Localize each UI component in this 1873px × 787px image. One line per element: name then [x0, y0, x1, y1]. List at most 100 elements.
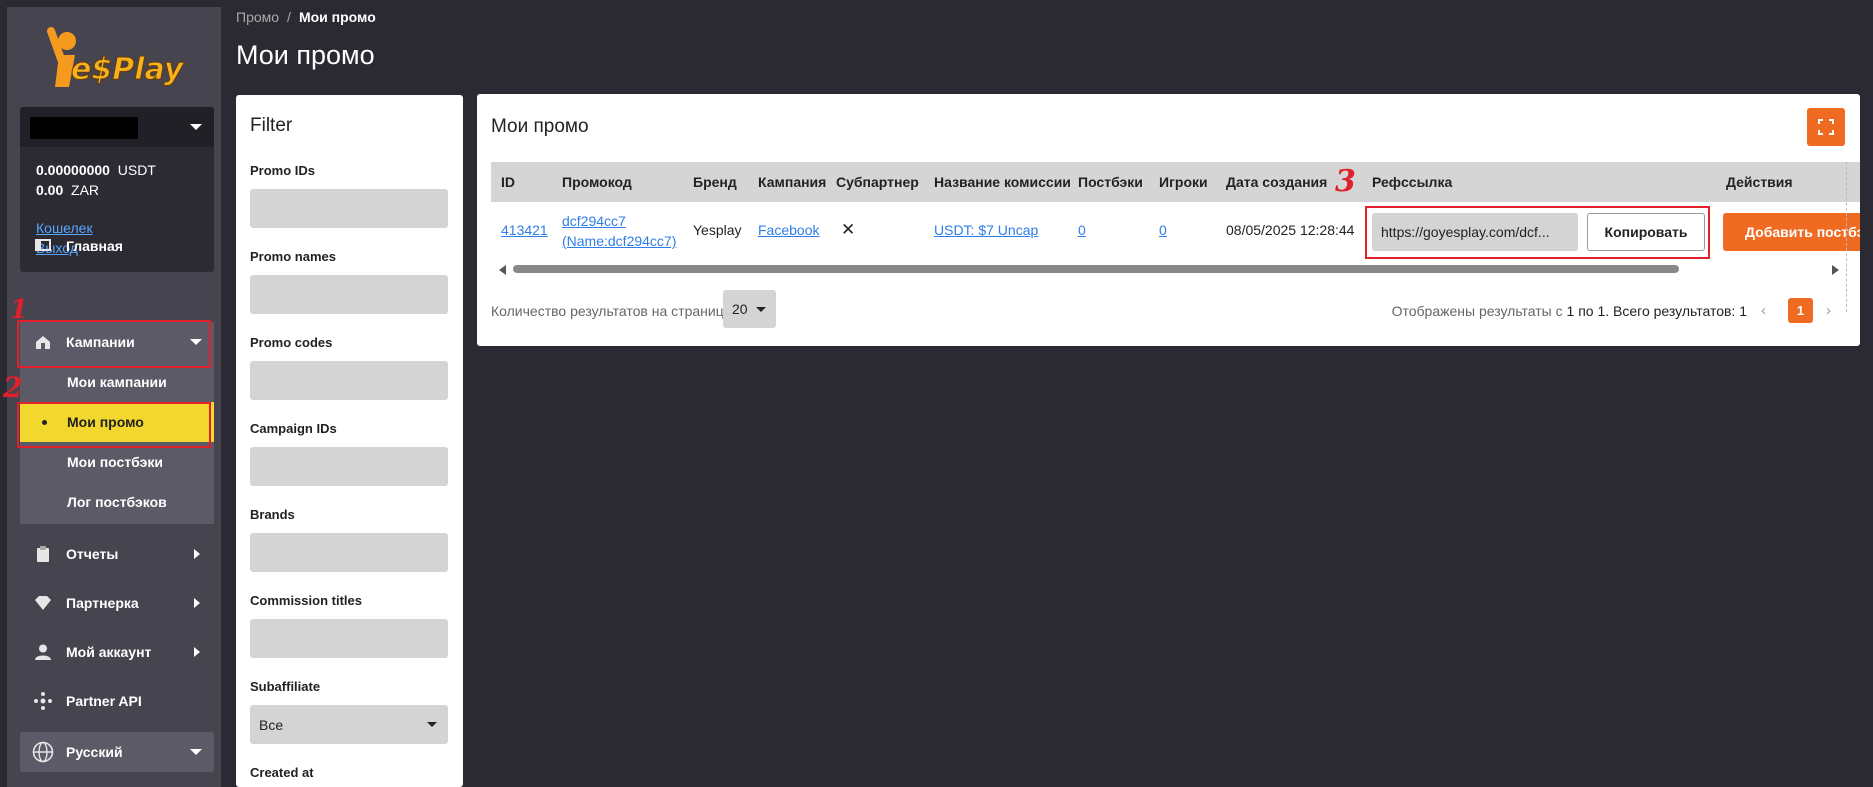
results-prefix: Отображены результаты с: [1391, 303, 1563, 319]
column-players[interactable]: Игроки: [1159, 174, 1208, 190]
promo-names-input[interactable]: [250, 275, 448, 314]
subaffiliate-label: Subaffiliate: [250, 679, 321, 694]
annotation-mark-1: 1: [10, 295, 29, 325]
column-campaign[interactable]: Кампания: [758, 174, 826, 190]
sidebar-item-reports[interactable]: Отчеты: [20, 534, 214, 574]
language-label: Русский: [66, 744, 123, 760]
breadcrumb: Промо / Мои промо: [236, 9, 376, 25]
row-brand: Yesplay: [693, 222, 742, 238]
sidebar-item-label: Отчеты: [66, 546, 119, 562]
account-selector[interactable]: [20, 107, 214, 147]
user-icon: [32, 641, 54, 663]
row-postbacks-link[interactable]: 0: [1078, 222, 1086, 238]
brands-input[interactable]: [250, 533, 448, 572]
monitor-icon: [32, 235, 54, 257]
diamond-icon: [32, 592, 54, 614]
row-players-link[interactable]: 0: [1159, 222, 1167, 238]
subaffiliate-select[interactable]: Все: [250, 705, 448, 744]
column-commission[interactable]: Название комиссии: [934, 174, 1071, 190]
promo-ids-input[interactable]: [250, 189, 448, 228]
annotation-box-my-promo: [17, 402, 211, 448]
fullscreen-icon: [1818, 119, 1834, 135]
horizontal-scrollbar-thumb[interactable]: [513, 265, 1679, 273]
sidebar-item-home[interactable]: Главная: [20, 226, 214, 266]
sidebar-item-label: Partner API: [66, 693, 142, 709]
chevron-right-icon: [194, 549, 200, 559]
subaffiliate-value: Все: [259, 716, 284, 733]
row-promocode-link[interactable]: dcf294cc7: [562, 213, 626, 229]
yesplay-logo[interactable]: e$Play: [47, 25, 187, 97]
results-range: 1 по 1. Всего результатов: 1: [1566, 303, 1747, 319]
sidebar-item-label: Партнерка: [66, 595, 139, 611]
sidebar-item-my-campaigns[interactable]: Мои кампании: [20, 362, 214, 402]
row-commission-link[interactable]: USDT: $7 Uncap: [934, 222, 1038, 238]
campaign-ids-label: Campaign IDs: [250, 421, 337, 436]
sidebar-item-label: Мой аккаунт: [66, 644, 152, 660]
annotation-box-reflink: [1365, 206, 1710, 259]
campaign-ids-input[interactable]: [250, 447, 448, 486]
per-page-label: Количество результатов на странице: [491, 303, 732, 319]
vertical-scrollbar[interactable]: [1846, 162, 1850, 312]
pagination-prev-icon[interactable]: ‹: [1761, 302, 1766, 319]
sidebar-item-partner-api[interactable]: Partner API: [20, 681, 214, 721]
api-icon: [32, 690, 54, 712]
created-at-label: Created at: [250, 765, 314, 780]
table-header: ID Промокод Бренд Кампания Субпартнер На…: [491, 162, 1860, 202]
column-postbacks[interactable]: Постбэки: [1078, 174, 1143, 190]
add-postback-button[interactable]: Добавить постбэк: [1723, 213, 1860, 251]
scroll-left-icon[interactable]: [499, 265, 506, 275]
sidebar-item-my-account[interactable]: Мой аккаунт: [20, 632, 214, 672]
column-created[interactable]: Дата создания: [1226, 174, 1327, 190]
annotation-box-campaigns: [17, 320, 211, 368]
per-page-value: 20: [732, 301, 748, 317]
row-promocode-name-link[interactable]: (Name:dcf294cc7): [562, 233, 676, 249]
pagination-page-1[interactable]: 1: [1788, 298, 1813, 323]
sidebar-item-postback-log[interactable]: Лог постбэков: [20, 482, 214, 522]
breadcrumb-parent[interactable]: Промо: [236, 9, 279, 25]
chevron-down-icon: [190, 749, 202, 755]
annotation-mark-3: 3: [1335, 164, 1356, 199]
per-page-select[interactable]: 20: [723, 290, 776, 328]
column-brand[interactable]: Бренд: [693, 174, 737, 190]
masked-account-name: [30, 117, 138, 139]
promo-codes-label: Promo codes: [250, 335, 333, 350]
results-summary: Отображены результаты с 1 по 1. Всего ре…: [1392, 303, 1747, 319]
column-reflink[interactable]: Рефссылка: [1372, 174, 1452, 190]
chevron-down-icon: [756, 307, 766, 312]
chevron-down-icon: [190, 124, 202, 130]
sidebar-item-partner[interactable]: Партнерка: [20, 583, 214, 623]
column-actions: Действия: [1726, 174, 1793, 190]
globe-icon: [32, 741, 56, 763]
commission-titles-input[interactable]: [250, 619, 448, 658]
chevron-right-icon: [194, 647, 200, 657]
language-selector[interactable]: Русский: [20, 732, 214, 772]
fullscreen-button[interactable]: [1807, 108, 1845, 146]
panel-title: Мои промо: [491, 116, 589, 137]
promo-ids-label: Promo IDs: [250, 163, 316, 178]
pagination-next-icon[interactable]: ›: [1826, 302, 1831, 319]
breadcrumb-current: Мои промо: [298, 9, 376, 25]
chevron-right-icon: [194, 598, 200, 608]
svg-text:e$Play: e$Play: [71, 52, 185, 87]
balance-zar: 0.00 ZAR: [36, 182, 100, 198]
promo-table-panel: Мои промо ID Промокод Бренд Кампания Суб…: [477, 94, 1860, 346]
row-campaign-link[interactable]: Facebook: [758, 222, 819, 238]
column-subpartner[interactable]: Субпартнер: [836, 174, 919, 190]
promo-names-label: Promo names: [250, 249, 336, 264]
clipboard-icon: [32, 543, 54, 565]
sidebar-item-my-postbacks[interactable]: Мои постбэки: [20, 442, 214, 482]
column-id[interactable]: ID: [501, 174, 515, 190]
filter-panel: Filter Promo IDs Promo names Promo codes…: [236, 95, 463, 787]
promo-codes-input[interactable]: [250, 361, 448, 400]
sidebar-item-label: Главная: [66, 238, 123, 254]
brands-label: Brands: [250, 507, 295, 522]
column-promocode[interactable]: Промокод: [562, 174, 632, 190]
scroll-right-icon[interactable]: [1832, 265, 1839, 275]
page-title: Мои промо: [236, 40, 375, 70]
row-id-link[interactable]: 413421: [501, 222, 548, 238]
breadcrumb-separator: /: [287, 9, 291, 25]
close-icon: ✕: [841, 220, 856, 239]
filter-title: Filter: [250, 115, 293, 136]
balance-usdt: 0.00000000 USDT: [36, 162, 156, 178]
chevron-down-icon: [427, 722, 437, 727]
